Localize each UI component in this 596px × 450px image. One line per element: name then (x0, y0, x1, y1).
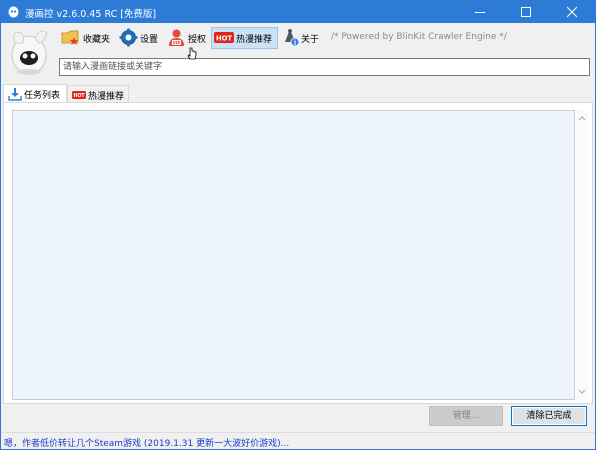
hot-recommend-button[interactable]: HOT 热漫推荐 (211, 27, 278, 49)
window-title: 漫画控 v2.6.0.45 RC [免费版] (25, 9, 157, 20)
tab-hot-recommend[interactable]: HOT 热漫推荐 (67, 85, 129, 103)
close-icon (567, 7, 577, 17)
settings-label: 设置 (140, 35, 159, 45)
status-bar: 嗯，作者低价转让几个Steam游戏 (2019.1.31 更新一大波好价游戏).… (1, 432, 595, 449)
title-bar: 漫画控 v2.6.0.45 RC [免费版] (1, 1, 595, 23)
scroll-up-icon[interactable] (576, 112, 588, 124)
app-logo-icon (8, 6, 19, 18)
about-button[interactable]: i 关于 (281, 27, 325, 49)
license-label: 授权 (188, 35, 207, 45)
folder-star-icon (61, 30, 79, 45)
manage-button[interactable]: 管理... (429, 406, 503, 426)
hot-badge-icon: HOT (214, 32, 234, 43)
svg-text:HOT: HOT (73, 93, 85, 99)
app-window: 漫画控 v2.6.0.45 RC [免费版] 收藏夹 设置 VIP 授权 HOT… (0, 0, 596, 450)
mascot-logo-icon (11, 30, 48, 75)
info-figure-icon: i (285, 29, 300, 46)
toolbar: 收藏夹 设置 VIP 授权 HOT 热漫推荐 i 关于 /* Powered b… (1, 23, 595, 83)
maximize-icon (521, 7, 531, 17)
clear-completed-button[interactable]: 清除已完成 (511, 406, 587, 426)
tab-task-list[interactable]: 任务列表 (3, 84, 67, 103)
task-list[interactable] (12, 110, 575, 400)
tab-task-list-label: 任务列表 (24, 91, 61, 101)
about-label: 关于 (301, 35, 320, 45)
svg-text:HOT: HOT (216, 35, 232, 43)
download-icon (8, 88, 22, 101)
vip-user-icon: VIP (169, 29, 184, 46)
hot-recommend-label: 热漫推荐 (236, 35, 273, 45)
powered-by-text: /* Powered by BlinKit Crawler Engine */ (331, 32, 507, 42)
minimize-icon (475, 12, 485, 13)
scroll-down-icon[interactable] (576, 386, 588, 398)
license-button[interactable]: VIP 授权 (167, 27, 209, 49)
hot-badge-icon: HOT (72, 91, 86, 99)
minimize-button[interactable] (457, 1, 503, 23)
close-button[interactable] (549, 1, 595, 23)
tab-strip: 任务列表 HOT 热漫推荐 (1, 83, 595, 103)
status-link[interactable]: 嗯，作者低价转让几个Steam游戏 (2019.1.31 更新一大波好价游戏).… (4, 436, 289, 449)
favorites-label: 收藏夹 (83, 35, 111, 45)
settings-button[interactable]: 设置 (119, 27, 163, 49)
gear-icon (119, 28, 138, 47)
mouse-cursor-icon (187, 47, 197, 60)
search-input[interactable] (59, 58, 590, 76)
task-panel (3, 102, 593, 404)
task-list-scrollbar[interactable] (576, 110, 588, 400)
tab-hot-recommend-label: 热漫推荐 (88, 92, 125, 102)
svg-text:VIP: VIP (173, 40, 181, 45)
maximize-button[interactable] (503, 1, 549, 23)
favorites-button[interactable]: 收藏夹 (61, 27, 115, 49)
